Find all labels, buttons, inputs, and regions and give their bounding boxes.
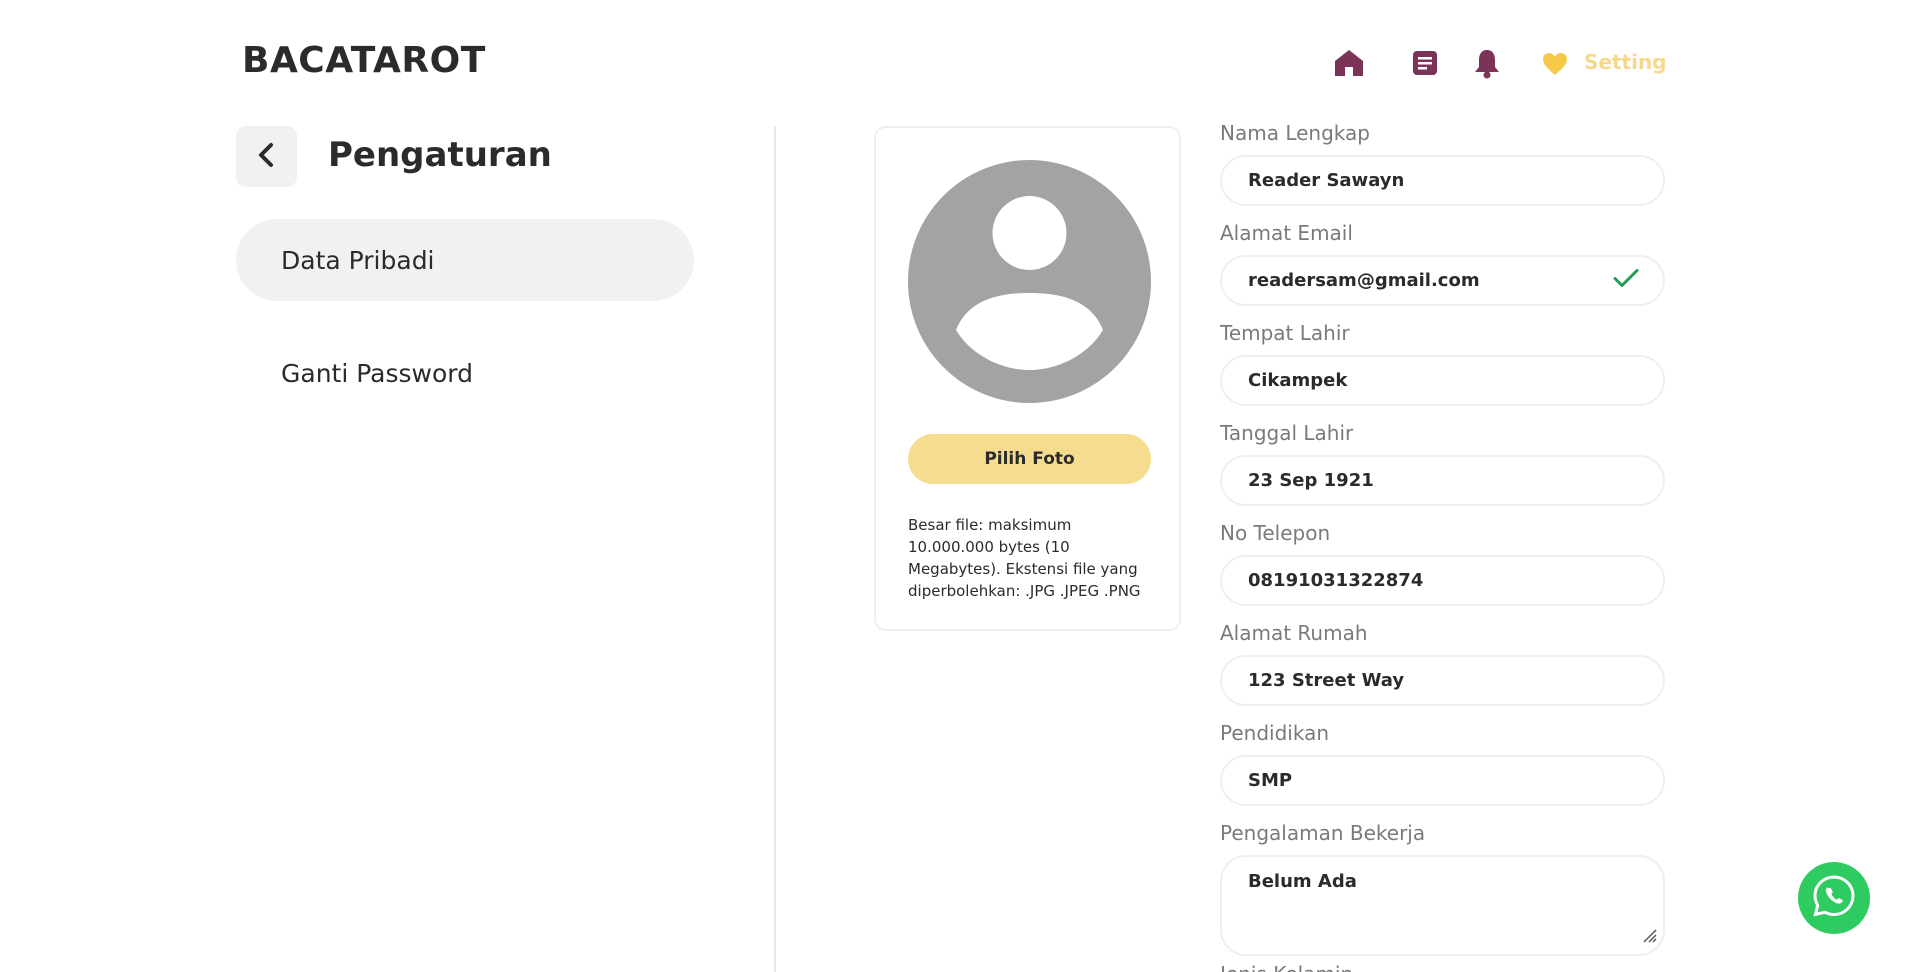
field-label-alamat: Alamat Rumah <box>1220 621 1368 645</box>
email-field[interactable]: readersam@gmail.com <box>1220 255 1665 306</box>
field-value: 23 Sep 1921 <box>1248 470 1374 491</box>
birthdate-field[interactable]: 23 Sep 1921 <box>1220 455 1665 506</box>
field-value: readersam@gmail.com <box>1248 270 1480 291</box>
field-label-nama: Nama Lengkap <box>1220 121 1370 145</box>
whatsapp-icon <box>1811 873 1857 923</box>
page: BACATAROT Setting Pengaturan Data Pribad… <box>0 0 1920 972</box>
sidebar-item-ganti-password[interactable]: Ganti Password <box>236 332 694 414</box>
pick-photo-button[interactable]: Pilih Foto <box>908 434 1151 484</box>
sidebar-item-data-pribadi[interactable]: Data Pribadi <box>236 219 694 301</box>
field-label-jenis-kelamin: Jenis Kelamin <box>1220 962 1353 972</box>
page-title: Pengaturan <box>328 135 552 175</box>
birthplace-field[interactable]: Cikampek <box>1220 355 1665 406</box>
address-field[interactable]: 123 Street Way <box>1220 655 1665 706</box>
field-value: 123 Street Way <box>1248 670 1405 691</box>
bell-icon[interactable] <box>1474 48 1500 83</box>
field-label-tempat-lahir: Tempat Lahir <box>1220 321 1350 345</box>
heart-icon[interactable] <box>1542 52 1568 80</box>
field-value: Cikampek <box>1248 370 1348 391</box>
nav-setting-link[interactable]: Setting <box>1584 50 1667 74</box>
education-field[interactable]: SMP <box>1220 755 1665 806</box>
vertical-divider <box>774 126 776 972</box>
phone-field[interactable]: 08191031322874 <box>1220 555 1665 606</box>
file-size-note: Besar file: maksimum 10.000.000 bytes (1… <box>908 516 1141 600</box>
sidebar-item-label: Ganti Password <box>281 358 474 388</box>
field-label-email: Alamat Email <box>1220 221 1353 245</box>
field-label-telepon: No Telepon <box>1220 521 1331 545</box>
back-arrow-icon <box>256 142 278 172</box>
field-value: Reader Sawayn <box>1248 170 1405 191</box>
full-name-field[interactable]: Reader Sawayn <box>1220 155 1665 206</box>
field-label-pengalaman: Pengalaman Bekerja <box>1220 821 1426 845</box>
resize-handle-icon[interactable] <box>1641 927 1657 948</box>
sidebar-item-label: Data Pribadi <box>281 245 435 275</box>
field-value: 08191031322874 <box>1248 570 1424 591</box>
whatsapp-button[interactable] <box>1798 862 1870 934</box>
check-icon <box>1613 268 1639 293</box>
field-label-pendidikan: Pendidikan <box>1220 721 1329 745</box>
brand-logo[interactable]: BACATAROT <box>242 40 486 81</box>
field-label-tanggal-lahir: Tanggal Lahir <box>1220 421 1354 445</box>
home-icon[interactable] <box>1334 49 1364 81</box>
back-button[interactable] <box>236 126 297 187</box>
field-value: Belum Ada <box>1248 871 1357 892</box>
avatar-placeholder-icon <box>908 160 1151 403</box>
photo-card: Pilih Foto Besar file: maksimum 10.000.0… <box>874 126 1181 631</box>
article-icon[interactable] <box>1412 50 1438 80</box>
field-value: SMP <box>1248 770 1293 791</box>
work-experience-textarea[interactable]: Belum Ada <box>1220 855 1665 956</box>
